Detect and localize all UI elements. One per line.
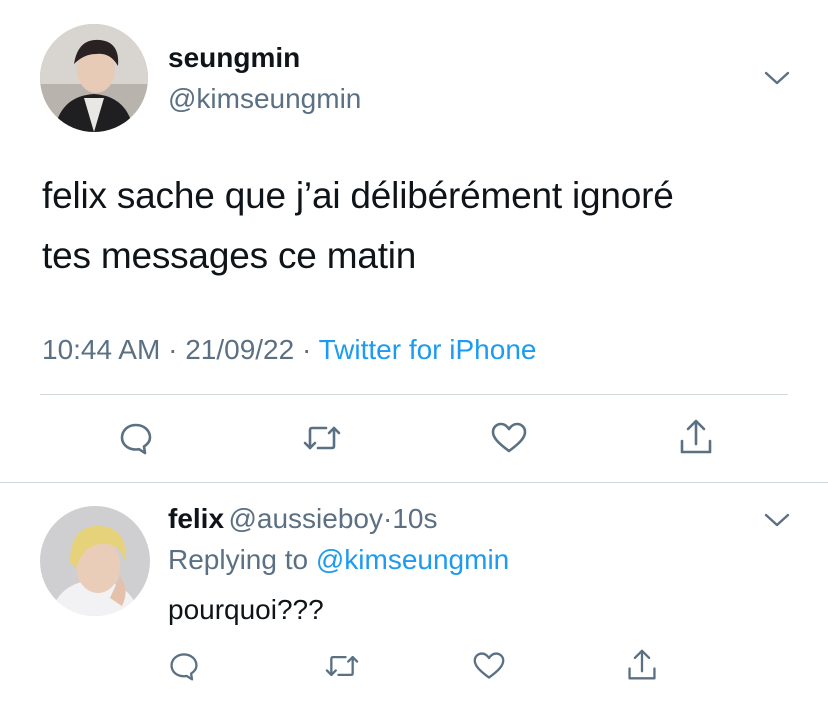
tweet-options-button[interactable] (760, 66, 794, 90)
share-icon (680, 419, 712, 454)
reply-icon (120, 423, 152, 455)
author-avatar[interactable] (40, 24, 148, 132)
reply-age[interactable]: 10s (392, 503, 437, 534)
tweet-date[interactable]: 21/09/22 (185, 334, 294, 365)
tweet-text-line: felix sache que j’ai délibérément ignoré (42, 175, 674, 216)
like-button[interactable] (470, 648, 508, 684)
retweet-button[interactable] (322, 648, 362, 684)
author-handle[interactable]: @kimseungmin (168, 83, 361, 115)
tweet-text-line: tes messages ce matin (42, 235, 417, 276)
chevron-down-icon (764, 513, 790, 527)
tweet-source-link[interactable]: Twitter for iPhone (319, 334, 537, 365)
share-icon (628, 649, 656, 680)
tweet-text: felix sache que j’ai délibérément ignoré… (42, 166, 812, 286)
meta-separator: · (301, 334, 312, 365)
retweet-icon (325, 655, 359, 677)
divider (40, 394, 788, 395)
share-button[interactable] (624, 646, 660, 684)
share-button[interactable] (676, 416, 716, 458)
avatar-photo (40, 506, 150, 616)
reply-icon (170, 653, 198, 681)
replying-to: Replying to @kimseungmin (168, 544, 509, 576)
like-icon (491, 422, 527, 453)
divider (0, 482, 828, 483)
reply-text: pourquoi??? (168, 594, 324, 625)
retweet-button[interactable] (300, 418, 344, 458)
reply-author-handle[interactable]: @aussieboy (228, 503, 383, 534)
reply-button[interactable] (166, 648, 202, 684)
tweet-meta: 10:44 AM · 21/09/22 · Twitter for iPhone (42, 334, 536, 366)
replying-to-label: Replying to (168, 544, 309, 575)
replying-to-handle[interactable]: @kimseungmin (316, 544, 509, 575)
retweet-icon (303, 426, 341, 450)
reply-author-avatar[interactable] (40, 506, 150, 616)
avatar-photo (40, 24, 148, 132)
meta-separator: · (383, 503, 393, 534)
like-button[interactable] (488, 418, 530, 458)
like-icon (473, 652, 505, 679)
chevron-down-icon (764, 71, 790, 85)
author-display-name[interactable]: seungmin (168, 42, 300, 74)
reply-author-display-name[interactable]: felix (168, 503, 224, 534)
meta-separator: · (168, 334, 178, 365)
reply-header: felix @aussieboy·10s (168, 503, 437, 535)
reply-button[interactable] (116, 418, 156, 458)
tweet-time: 10:44 AM (42, 334, 161, 365)
reply-options-button[interactable] (760, 508, 794, 532)
